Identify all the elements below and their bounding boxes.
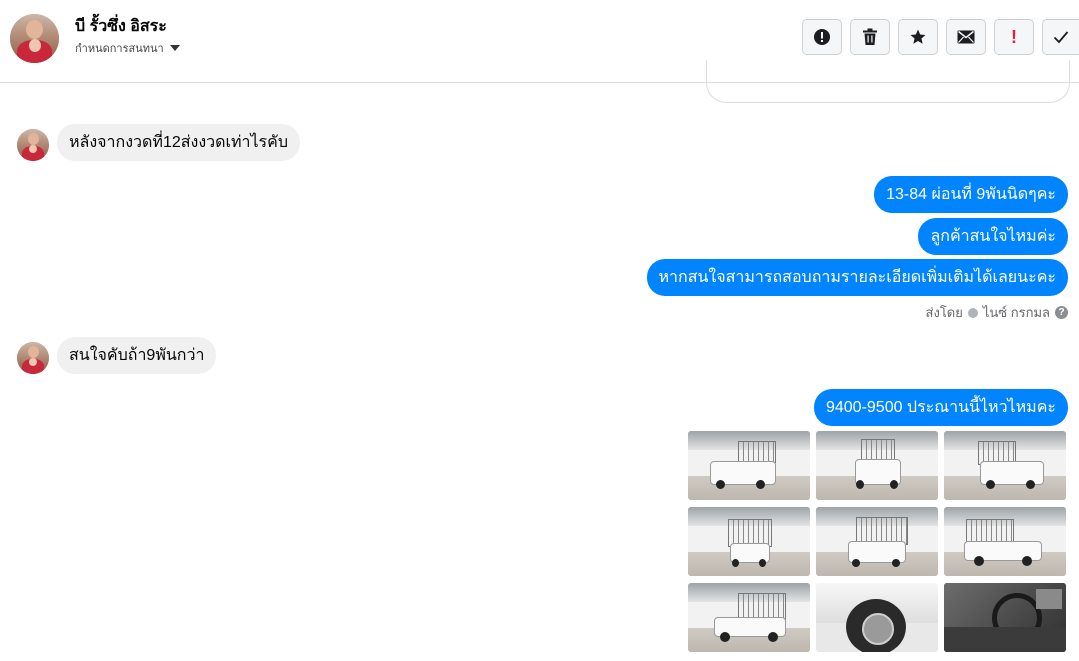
- sent-by-name[interactable]: ไนซ์ กรกมล: [983, 302, 1050, 323]
- incoming-message[interactable]: สนใจคับถ้า9พันกว่า: [57, 337, 217, 374]
- sent-by-indicator: ส่งโดย ไนซ์ กรกมล ?: [926, 302, 1068, 323]
- incoming-message[interactable]: หลังจากงวดที่12ส่งงวดเท่าไรคับ: [57, 124, 301, 161]
- envelope-icon: [957, 30, 975, 44]
- conversation-settings-label: กำหนดการสนทนา: [75, 43, 164, 55]
- outgoing-message[interactable]: 9400-9500 ประณานนี้ไหวไหมคะ: [813, 389, 1068, 426]
- check-icon: [1053, 31, 1069, 44]
- delete-button[interactable]: [850, 19, 890, 55]
- help-icon[interactable]: ?: [1055, 306, 1068, 319]
- contact-name[interactable]: บี รั้วซึ่ง อิสระ: [75, 14, 167, 39]
- truck-photo[interactable]: [816, 507, 938, 576]
- outgoing-message[interactable]: 13-84 ผ่อนที่ 9พันนิดๆคะ: [874, 176, 1068, 213]
- caret-down-icon: [169, 45, 180, 51]
- truck-photo[interactable]: [688, 431, 810, 500]
- report-spam-button[interactable]: [802, 19, 842, 55]
- outgoing-message[interactable]: ลูกค้าสนใจไหมค่ะ: [918, 218, 1068, 255]
- exclamation-icon: !: [1011, 27, 1017, 47]
- mark-unread-button[interactable]: [946, 19, 986, 55]
- check-circle-icon: [967, 307, 978, 318]
- outgoing-message[interactable]: หากสนใจสามารถสอบถามรายละเอียดเพิ่มเติมได…: [646, 259, 1068, 296]
- truck-photo[interactable]: [944, 431, 1066, 500]
- conversation-settings-dropdown[interactable]: กำหนดการสนทนา: [75, 39, 180, 57]
- truck-photo[interactable]: [688, 583, 810, 652]
- star-button[interactable]: [898, 19, 938, 55]
- contact-avatar[interactable]: [10, 14, 59, 63]
- mark-important-button[interactable]: !: [994, 19, 1034, 55]
- wheel-closeup-photo[interactable]: [816, 583, 938, 652]
- sender-avatar[interactable]: [17, 342, 49, 374]
- trash-icon: [863, 28, 877, 45]
- alert-circle-icon: [814, 29, 830, 45]
- truck-photo[interactable]: [688, 507, 810, 576]
- previous-message-bubble: [706, 60, 1070, 103]
- sender-avatar[interactable]: [17, 129, 49, 161]
- truck-photo[interactable]: [944, 507, 1066, 576]
- star-icon: [910, 29, 926, 44]
- sent-by-prefix: ส่งโดย: [925, 305, 963, 320]
- truck-photo[interactable]: [816, 431, 938, 500]
- interior-photo[interactable]: [944, 583, 1066, 652]
- mark-done-button[interactable]: [1042, 19, 1079, 55]
